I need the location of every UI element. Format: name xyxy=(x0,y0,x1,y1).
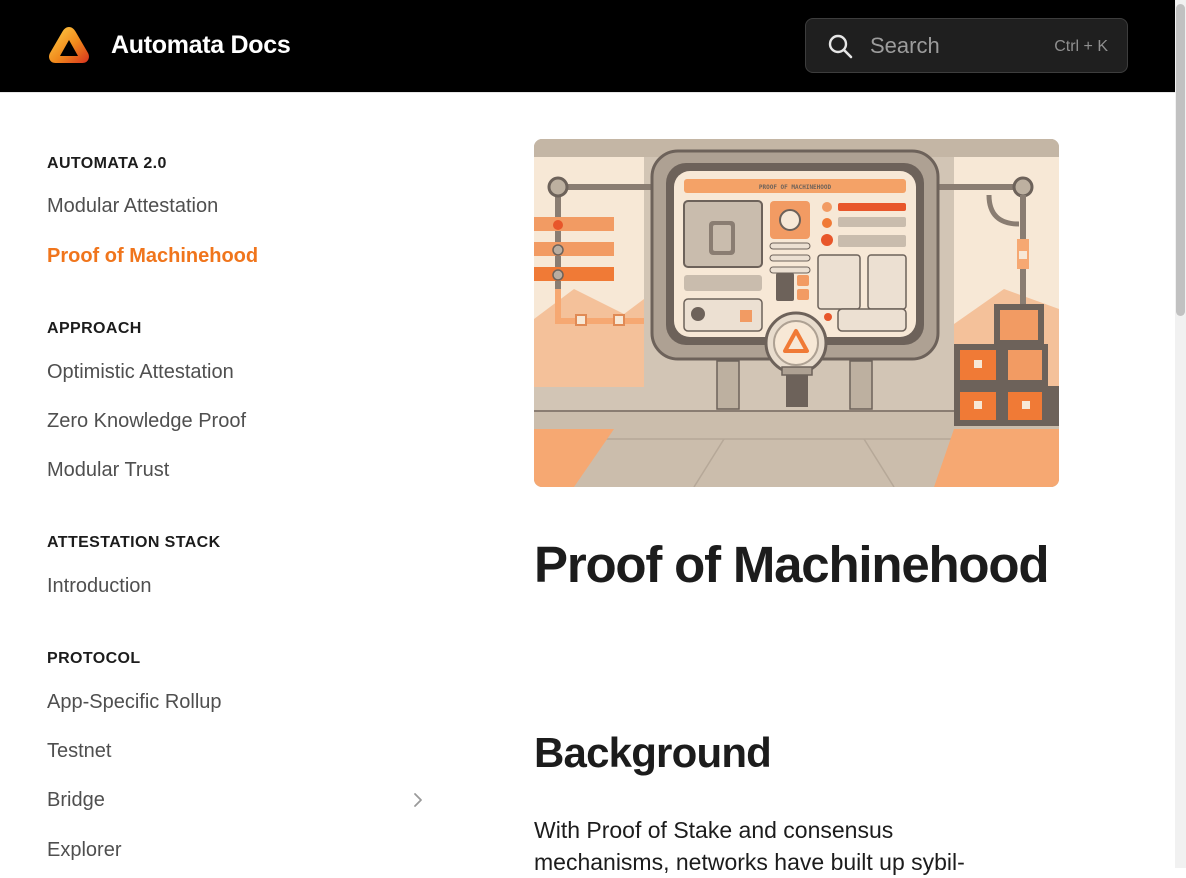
sidebar-item-modular-trust[interactable]: Modular Trust xyxy=(47,458,169,482)
sidebar-item-zero-knowledge-proof[interactable]: Zero Knowledge Proof xyxy=(47,409,246,433)
sidebar-item-testnet[interactable]: Testnet xyxy=(47,739,111,763)
machinehood-illustration: PROOF OF MACHINEHOOD xyxy=(534,139,1059,487)
hero-illustration: PROOF OF MACHINEHOOD xyxy=(534,139,1059,487)
sidebar-nav: AUTOMATA 2.0 Modular Attestation Proof o… xyxy=(0,93,460,868)
sidebar-item-modular-attestation[interactable]: Modular Attestation xyxy=(47,194,218,218)
site-title[interactable]: Automata Docs xyxy=(111,29,291,61)
search-shortcut-hint: Ctrl + K xyxy=(1054,38,1108,55)
body-paragraph: With Proof of Stake and consensus mechan… xyxy=(534,817,965,875)
sidebar-item-explorer[interactable]: Explorer xyxy=(47,838,121,862)
sidebar-section-heading: AUTOMATA 2.0 xyxy=(47,155,167,172)
search-icon xyxy=(828,34,853,59)
sidebar-item-proof-of-machinehood[interactable]: Proof of Machinehood xyxy=(47,244,258,268)
automata-logo-icon[interactable] xyxy=(47,25,91,67)
sidebar-section-heading: ATTESTATION STACK xyxy=(47,534,221,551)
hero-banner-text: PROOF OF MACHINEHOOD xyxy=(759,184,832,191)
sidebar-section-heading: PROTOCOL xyxy=(47,650,141,667)
sidebar-item-bridge[interactable]: Bridge xyxy=(47,788,105,812)
sidebar-item-app-specific-rollup[interactable]: App-Specific Rollup xyxy=(47,690,222,714)
sidebar-item-introduction[interactable]: Introduction xyxy=(47,574,152,598)
sidebar-item-optimistic-attestation[interactable]: Optimistic Attestation xyxy=(47,360,234,384)
sidebar-section-heading: APPROACH xyxy=(47,320,142,337)
search-input[interactable] xyxy=(870,31,1040,61)
top-header: Automata Docs Ctrl + K xyxy=(0,0,1175,93)
chevron-right-icon[interactable] xyxy=(411,792,425,808)
scrollbar-thumb[interactable] xyxy=(1176,4,1185,316)
page-title: Proof of Machinehood xyxy=(534,536,1049,593)
section-heading-background: Background xyxy=(534,729,772,776)
search-box[interactable]: Ctrl + K xyxy=(805,18,1128,73)
